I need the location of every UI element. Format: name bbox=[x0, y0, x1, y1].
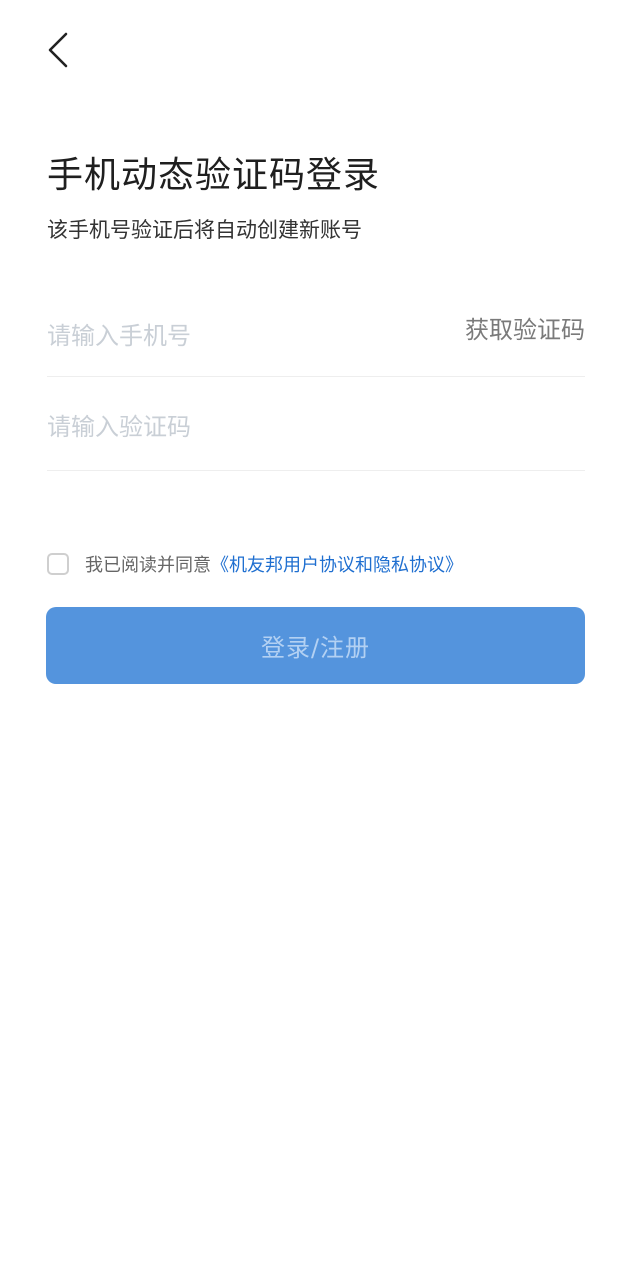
phone-field-row: 获取验证码 bbox=[47, 300, 585, 377]
login-register-label: 登录/注册 bbox=[260, 634, 371, 662]
get-code-button[interactable]: 获取验证码 bbox=[465, 314, 585, 346]
agreement-row: 我已阅读并同意 《机友邦用户协议和隐私协议》 bbox=[47, 551, 463, 577]
user-agreement-link[interactable]: 《机友邦用户协议和隐私协议》 bbox=[211, 551, 463, 577]
phone-input[interactable] bbox=[47, 300, 427, 372]
chevron-left-icon bbox=[48, 32, 68, 68]
code-field-row bbox=[47, 392, 585, 471]
page-title: 手机动态验证码登录 bbox=[47, 155, 381, 196]
back-button[interactable] bbox=[40, 28, 80, 72]
page-subtitle: 该手机号验证后将自动创建新账号 bbox=[47, 218, 362, 242]
verification-code-input[interactable] bbox=[47, 392, 585, 462]
agreement-text: 我已阅读并同意 bbox=[85, 555, 211, 576]
login-register-button[interactable]: 登录/注册 bbox=[46, 607, 585, 684]
agreement-checkbox[interactable] bbox=[47, 553, 69, 575]
